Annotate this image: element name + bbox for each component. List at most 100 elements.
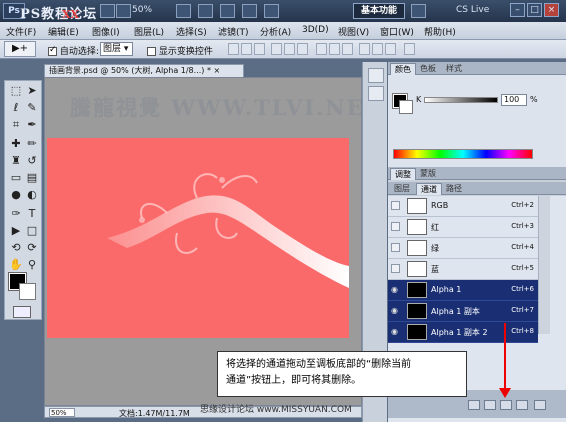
channel-row[interactable]: RGB Ctrl+2	[388, 196, 538, 217]
zoom-input[interactable]: 50%	[49, 408, 75, 417]
clone-stamp-tool-icon[interactable]: ♜	[9, 154, 23, 168]
document-size[interactable]: 文档:1.47M/11.7M	[119, 408, 190, 419]
tab-swatches[interactable]: 色板	[416, 63, 440, 75]
menu-image[interactable]: 图像(I)	[92, 25, 120, 38]
gradient-tool-icon[interactable]: ▤	[25, 171, 39, 185]
background-color-swatch[interactable]	[19, 283, 36, 300]
align-hcenter-icon[interactable]	[284, 43, 295, 55]
menu-help[interactable]: 帮助(H)	[424, 25, 456, 38]
menu-edit[interactable]: 编辑(E)	[48, 25, 79, 38]
hand-icon[interactable]	[176, 4, 191, 18]
channel-row[interactable]: 蓝 Ctrl+5	[388, 259, 538, 280]
path-select-tool-icon[interactable]: ▶	[9, 224, 23, 238]
history-brush-tool-icon[interactable]: ↺	[25, 154, 39, 168]
arrange-documents-icon[interactable]	[242, 4, 257, 18]
document-tab[interactable]: 插画背景.psd @ 50% (大树, Alpha 1/8...) * ×	[44, 64, 244, 77]
distribute-hcenter-icon[interactable]	[372, 43, 383, 55]
tab-channels[interactable]: 通道	[416, 183, 442, 195]
tab-adjustments[interactable]: 调整	[390, 168, 416, 180]
distribute-top-icon[interactable]	[316, 43, 327, 55]
visibility-toggle[interactable]	[391, 222, 400, 231]
k-slider[interactable]	[424, 97, 498, 103]
pen-tool-icon[interactable]: ✑	[9, 207, 23, 221]
3d-rotate-tool-icon[interactable]: ⟲	[9, 241, 23, 255]
auto-select-checkbox[interactable]	[48, 45, 57, 56]
menu-file[interactable]: 文件(F)	[6, 25, 36, 38]
color-spectrum[interactable]	[393, 149, 533, 159]
workspace-button[interactable]: 基本功能	[353, 3, 405, 19]
lasso-tool-icon[interactable]: ℓ	[9, 101, 23, 115]
eye-icon[interactable]: ◉	[391, 306, 400, 315]
align-right-icon[interactable]	[297, 43, 308, 55]
workspace-arrow-icon[interactable]	[411, 4, 426, 18]
cs-live-button[interactable]: CS Live	[456, 5, 489, 15]
type-tool-icon[interactable]: T	[25, 207, 39, 221]
channels-scrollbar[interactable]	[538, 196, 550, 334]
align-left-icon[interactable]	[271, 43, 282, 55]
show-transform-option[interactable]: 显示变换控件	[147, 44, 213, 57]
menu-view[interactable]: 视图(V)	[338, 25, 369, 38]
channel-row[interactable]: 绿 Ctrl+4	[388, 238, 538, 259]
menu-analysis[interactable]: 分析(A)	[260, 25, 291, 38]
hand-tool-icon[interactable]: ✋	[9, 258, 23, 272]
menu-window[interactable]: 窗口(W)	[380, 25, 414, 38]
tab-layers[interactable]: 图层	[390, 183, 414, 195]
channel-row[interactable]: 红 Ctrl+3	[388, 217, 538, 238]
k-value-input[interactable]: 100	[501, 94, 527, 106]
color-bg-swatch[interactable]	[399, 100, 413, 114]
tab-styles[interactable]: 样式	[442, 63, 466, 75]
tool-preset-picker[interactable]: ▶+	[4, 41, 36, 57]
distribute-bottom-icon[interactable]	[342, 43, 353, 55]
move-tool-icon[interactable]: ➤	[25, 84, 39, 98]
visibility-toggle[interactable]	[391, 243, 400, 252]
visibility-toggle[interactable]	[391, 201, 400, 210]
dodge-tool-icon[interactable]: ◐	[25, 188, 39, 202]
eye-icon[interactable]: ◉	[391, 327, 400, 336]
brush-tool-icon[interactable]: ✏	[25, 137, 39, 151]
auto-select-option[interactable]: 自动选择:	[48, 44, 99, 57]
channel-row[interactable]: ◉ Alpha 1 Ctrl+6	[388, 280, 538, 301]
channel-row[interactable]: ◉ Alpha 1 副本 Ctrl+7	[388, 301, 538, 322]
menu-3d[interactable]: 3D(D)	[302, 25, 329, 35]
distribute-left-icon[interactable]	[359, 43, 370, 55]
new-channel-icon[interactable]	[500, 400, 512, 410]
document-close-icon[interactable]: ×	[214, 66, 221, 75]
minibridge-icon[interactable]	[116, 4, 131, 18]
delete-channel-icon[interactable]	[516, 400, 528, 410]
menu-select[interactable]: 选择(S)	[176, 25, 207, 38]
maximize-button[interactable]: □	[527, 3, 542, 17]
save-selection-icon[interactable]	[484, 400, 496, 410]
eye-icon[interactable]: ◉	[391, 285, 400, 294]
eyedropper-tool-icon[interactable]: ✒	[25, 118, 39, 132]
align-top-icon[interactable]	[228, 43, 239, 55]
zoom-tool-icon[interactable]: ⚲	[25, 258, 39, 272]
history-panel-icon[interactable]	[368, 68, 384, 83]
screen-mode-icon[interactable]	[264, 4, 279, 18]
menu-filter[interactable]: 滤镜(T)	[218, 25, 249, 38]
auto-select-dropdown[interactable]: 图层 ▾	[100, 42, 133, 56]
menu-layer[interactable]: 图层(L)	[134, 25, 164, 38]
align-bottom-icon[interactable]	[254, 43, 265, 55]
zoom-level-dropdown[interactable]: 50%	[132, 5, 152, 15]
image-canvas[interactable]	[47, 138, 349, 338]
healing-brush-tool-icon[interactable]: ✚	[9, 137, 23, 151]
bridge-icon[interactable]	[100, 4, 115, 18]
align-vcenter-icon[interactable]	[241, 43, 252, 55]
visibility-toggle[interactable]	[391, 264, 400, 273]
auto-align-icon[interactable]	[404, 43, 415, 55]
show-transform-checkbox[interactable]	[147, 47, 156, 56]
actions-panel-icon[interactable]	[368, 86, 384, 101]
tab-masks[interactable]: 蒙版	[416, 168, 440, 180]
rotate-view-icon[interactable]	[220, 4, 235, 18]
3d-orbit-tool-icon[interactable]: ⟳	[25, 241, 39, 255]
marquee-tool-icon[interactable]: ⬚	[9, 84, 23, 98]
minimize-button[interactable]: –	[510, 3, 525, 17]
quick-mask-icon[interactable]	[13, 306, 31, 318]
blur-tool-icon[interactable]: ●	[9, 188, 23, 202]
tab-color[interactable]: 颜色	[390, 63, 416, 75]
load-selection-icon[interactable]	[468, 400, 480, 410]
distribute-vcenter-icon[interactable]	[329, 43, 340, 55]
crop-tool-icon[interactable]: ⌗	[9, 118, 23, 132]
eraser-tool-icon[interactable]: ▭	[9, 171, 23, 185]
distribute-right-icon[interactable]	[385, 43, 396, 55]
